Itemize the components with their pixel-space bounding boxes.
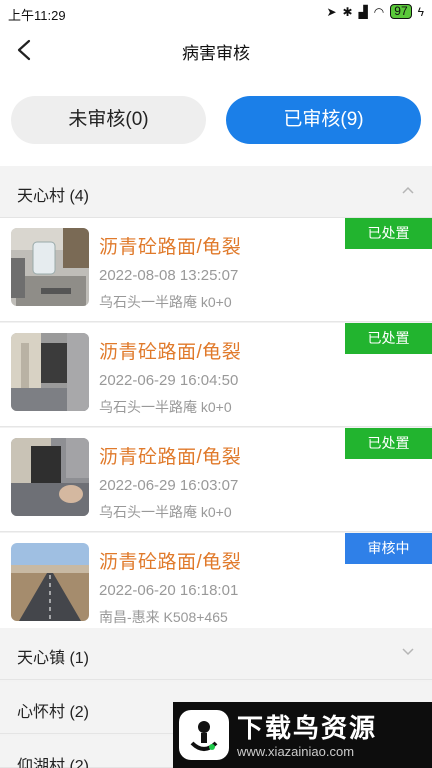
review-tabs: 未审核(0) 已审核(9) bbox=[0, 76, 432, 166]
list-item[interactable]: 沥青砼路面/龟裂 2022-06-20 16:18:01 南昌-惠来 K508+… bbox=[0, 533, 432, 637]
page-title: 病害审核 bbox=[182, 44, 250, 63]
list-item[interactable]: 沥青砼路面/龟裂 2022-06-29 16:04:50 乌石头一半路庵 k0+… bbox=[0, 323, 432, 427]
bluetooth-icon: ✱ bbox=[342, 4, 353, 19]
record-photo bbox=[11, 438, 89, 516]
list-item[interactable]: 沥青砼路面/龟裂 2022-06-29 16:03:07 乌石头一半路庵 k0+… bbox=[0, 428, 432, 532]
chevron-down-icon bbox=[402, 648, 414, 656]
record-location: 乌石头一半路庵 k0+0 bbox=[99, 399, 232, 415]
status-badge: 已处置 bbox=[345, 428, 432, 459]
group-header-tianxin-town[interactable]: 天心镇 (1) bbox=[0, 628, 432, 680]
group-label: 天心镇 (1) bbox=[17, 650, 90, 667]
record-location: 乌石头一半路庵 k0+0 bbox=[99, 504, 232, 520]
record-title: 沥青砼路面/龟裂 bbox=[99, 342, 242, 363]
group-header-tianxin-village[interactable]: 天心村 (4) bbox=[0, 166, 432, 218]
record-photo bbox=[11, 228, 89, 306]
chevron-up-icon bbox=[402, 186, 414, 194]
tab-pending[interactable]: 未审核(0) bbox=[11, 96, 206, 144]
group-label: 心怀村 (2) bbox=[17, 704, 90, 721]
signal-icon: ▟ bbox=[358, 4, 368, 19]
watermark-banner: 下载鸟资源 www.xiazainiao.com bbox=[173, 702, 432, 768]
status-time: 上午11:29 bbox=[8, 8, 66, 23]
wifi-icon: ◠ bbox=[373, 4, 385, 19]
record-location: 乌石头一半路庵 k0+0 bbox=[99, 294, 232, 310]
charging-icon: ϟ bbox=[417, 4, 424, 19]
watermark-logo bbox=[179, 710, 229, 760]
record-time: 2022-08-08 13:25:07 bbox=[99, 267, 239, 284]
bird-logo-icon bbox=[190, 721, 218, 751]
status-icons: ➤ ✱ ▟ ◠ 97 ϟ bbox=[326, 4, 424, 19]
location-icon: ➤ bbox=[326, 4, 337, 19]
record-photo bbox=[11, 333, 89, 411]
group-label: 天心村 (4) bbox=[17, 188, 90, 205]
status-badge: 已处置 bbox=[345, 323, 432, 354]
record-photo bbox=[11, 543, 89, 621]
record-time: 2022-06-29 16:03:07 bbox=[99, 477, 239, 494]
battery-icon: 97 bbox=[390, 4, 412, 19]
record-location: 南昌-惠来 K508+465 bbox=[99, 609, 228, 625]
list-item[interactable]: 沥青砼路面/龟裂 2022-08-08 13:25:07 乌石头一半路庵 k0+… bbox=[0, 218, 432, 322]
status-badge: 已处置 bbox=[345, 218, 432, 249]
status-badge: 审核中 bbox=[345, 533, 432, 564]
record-time: 2022-06-29 16:04:50 bbox=[99, 372, 239, 389]
record-title: 沥青砼路面/龟裂 bbox=[99, 237, 242, 258]
tab-reviewed[interactable]: 已审核(9) bbox=[226, 96, 421, 144]
status-bar: 上午11:29 ➤ ✱ ▟ ◠ 97 ϟ bbox=[0, 0, 432, 26]
watermark-url: www.xiazainiao.com bbox=[237, 744, 355, 759]
record-title: 沥青砼路面/龟裂 bbox=[99, 552, 242, 573]
watermark-title: 下载鸟资源 bbox=[237, 713, 378, 743]
record-time: 2022-06-20 16:18:01 bbox=[99, 582, 239, 599]
nav-bar: 病害审核 bbox=[0, 26, 432, 76]
group-label: 仰湖村 (2) bbox=[17, 758, 90, 768]
record-title: 沥青砼路面/龟裂 bbox=[99, 447, 242, 468]
